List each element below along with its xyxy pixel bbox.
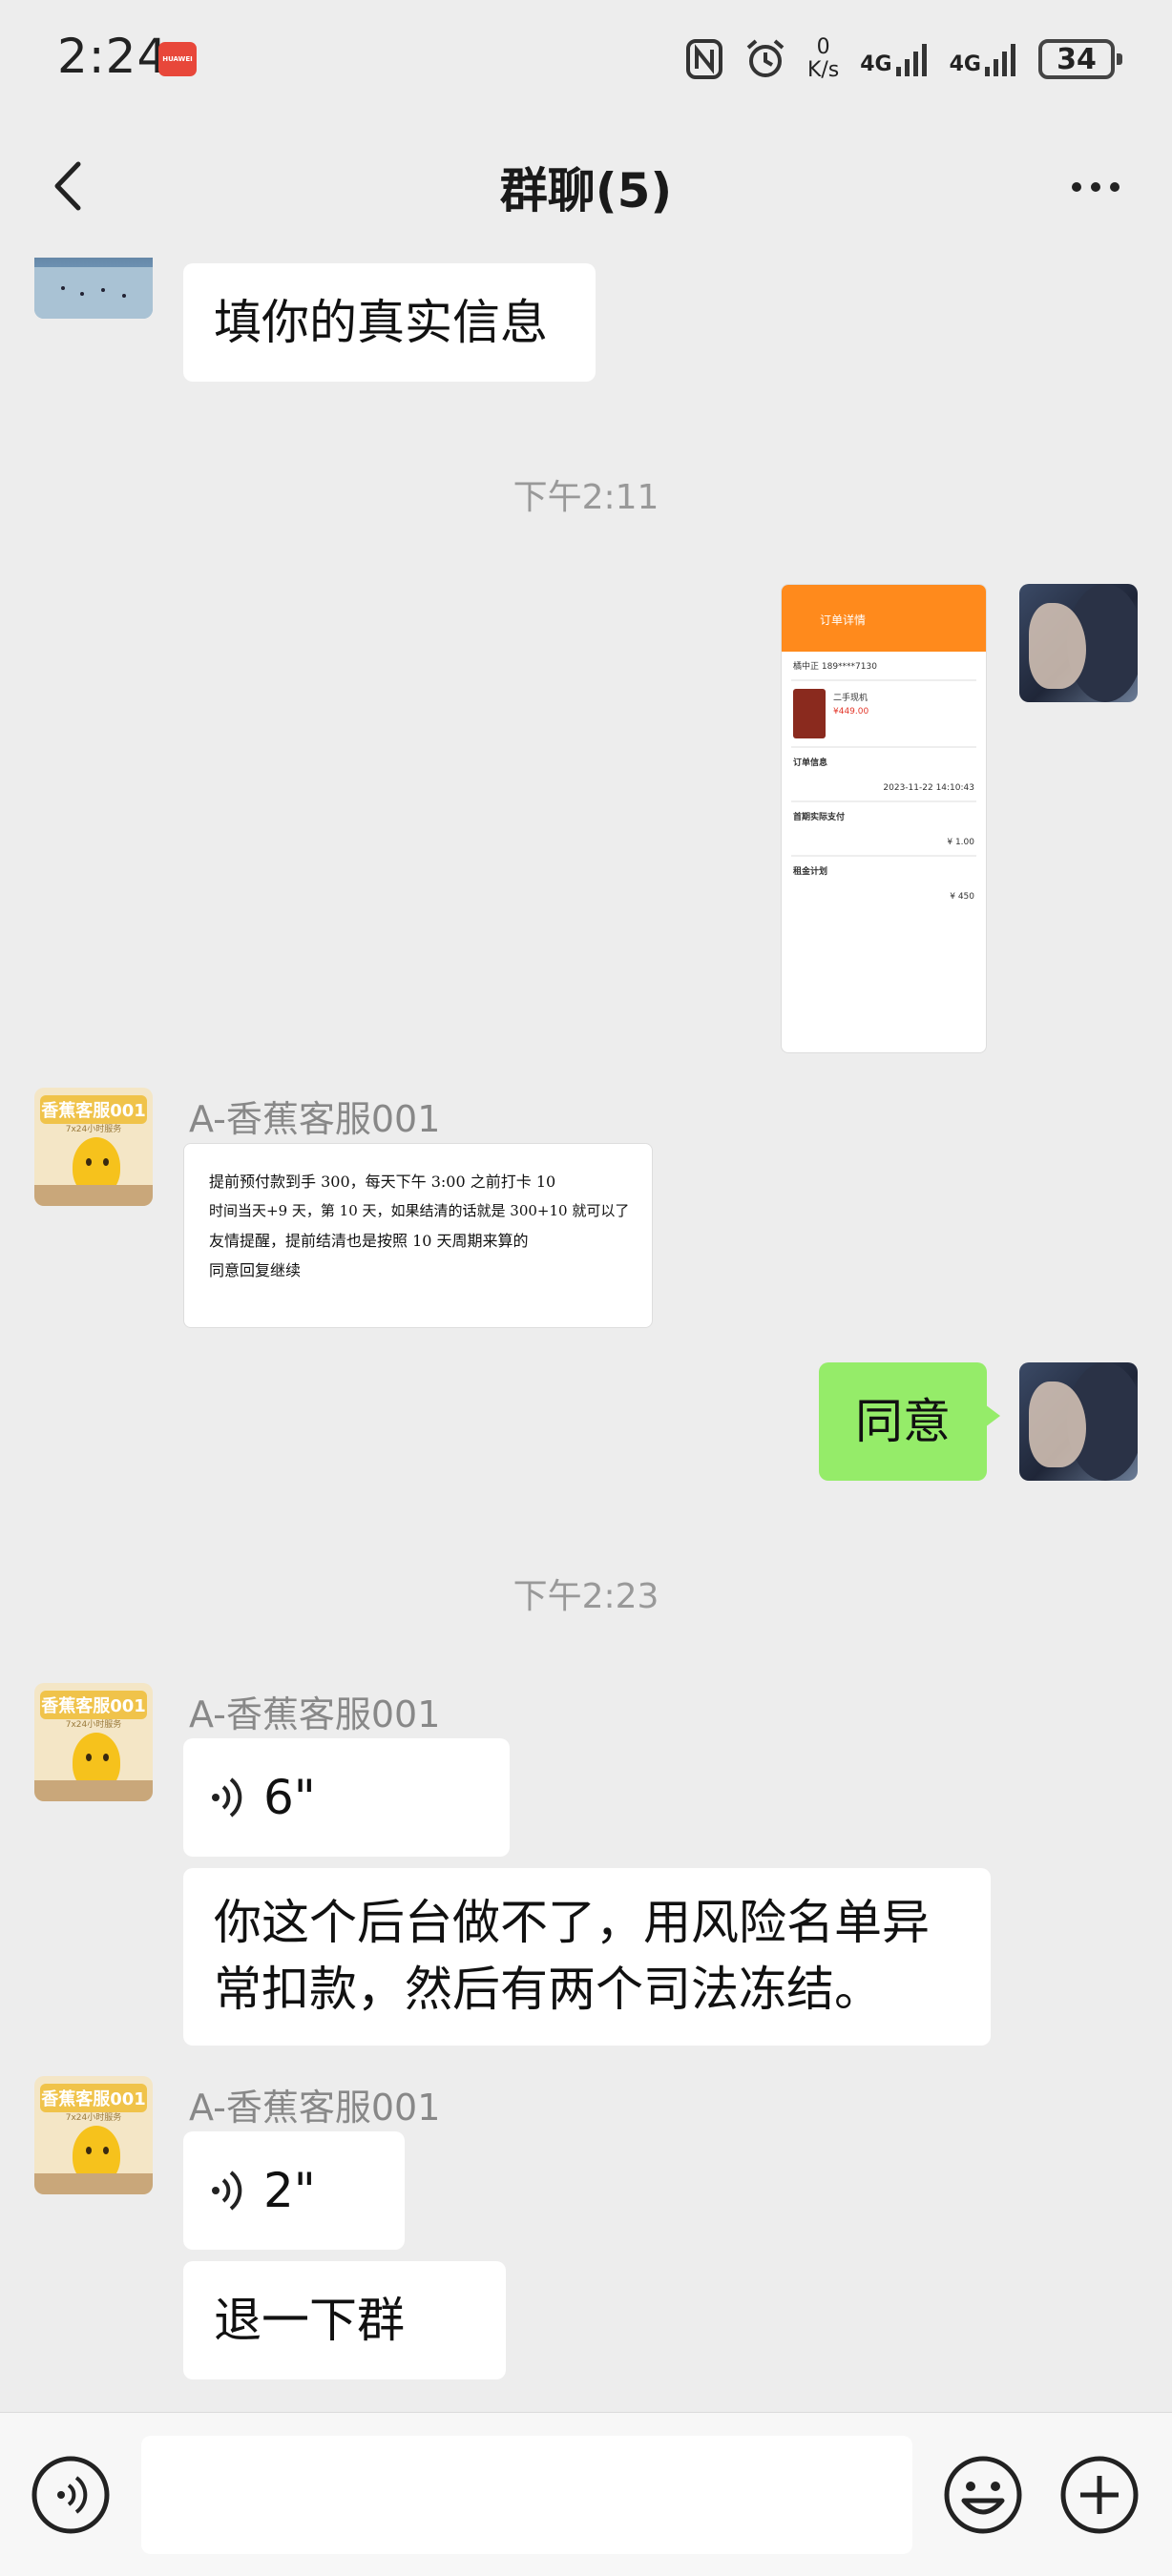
alarm-icon <box>746 39 785 77</box>
voice-message[interactable]: 6" <box>183 1738 510 1857</box>
signal-sim1: 4G <box>860 42 928 76</box>
status-time: 2:24 <box>57 29 169 84</box>
product-thumbnail <box>793 689 826 738</box>
more-actions-button[interactable] <box>1059 2455 1140 2535</box>
voice-wave-icon <box>212 2171 242 2211</box>
sender-name: A-香蕉客服001 <box>189 1098 441 1140</box>
image-message-order[interactable]: 订单详情 橘中正 189****7130 二手现机 ¥449.00 订单信息 2… <box>781 584 987 1053</box>
sender-name: A-香蕉客服001 <box>189 2087 441 2129</box>
emoji-icon <box>944 2456 1022 2534</box>
signal-bars-icon <box>895 44 927 76</box>
net-speed: 0 K/s <box>806 35 840 82</box>
avatar-self[interactable] <box>1019 1362 1138 1481</box>
chat-title: 群聊(5) <box>499 163 673 218</box>
timestamp: 下午2:11 <box>513 478 659 517</box>
avatar-self[interactable] <box>1019 584 1138 702</box>
signal-bars-icon <box>985 44 1015 76</box>
status-icons: 0 K/s 4G 4G 34 <box>685 31 1122 88</box>
input-bar <box>0 2412 1172 2576</box>
plus-icon <box>1060 2456 1139 2534</box>
nfc-icon <box>685 39 722 79</box>
signal-sim2: 4G <box>950 42 1017 76</box>
more-button[interactable] <box>1057 153 1134 219</box>
more-dots-icon <box>1072 182 1120 192</box>
voice-duration: 2" <box>263 2163 316 2218</box>
voice-icon <box>31 2456 110 2534</box>
message-bubble[interactable]: 你这个后台做不了，用风险名单异 常扣款，然后有两个司法冻结。 <box>183 1868 991 2046</box>
message-bubble-self[interactable]: 同意 <box>819 1362 1000 1481</box>
voice-message[interactable]: 2" <box>183 2131 405 2250</box>
lake-photo-icon <box>34 267 153 319</box>
status-bar: 2:24 HUAWEI 0 K/s 4G 4G 34 <box>0 0 1172 114</box>
timestamp: 下午2:23 <box>513 1577 659 1616</box>
sender-name: A-香蕉客服001 <box>189 1693 441 1735</box>
avatar[interactable] <box>34 258 153 319</box>
avatar-banana[interactable]: 香蕉客服001 7x24小时服务 <box>34 2076 153 2194</box>
chat-message-list[interactable]: 填你的真实信息 下午2:11 订单详情 橘中正 189****7130 二手现机… <box>0 258 1172 2414</box>
voice-duration: 6" <box>263 1770 316 1825</box>
message-bubble[interactable]: 填你的真实信息 <box>183 263 596 382</box>
message-input[interactable] <box>141 2436 912 2554</box>
chat-header: 群聊(5) <box>0 114 1172 258</box>
battery-indicator: 34 <box>1038 39 1122 79</box>
huawei-badge-icon: HUAWEI <box>158 42 197 76</box>
message-bubble[interactable]: 退一下群吧。 <box>183 2261 506 2414</box>
voice-input-button[interactable] <box>31 2455 111 2535</box>
image-message-text[interactable]: 提前预付款到手 300，每天下午 3:00 之前打卡 10 时间当天+9 天，第… <box>183 1143 653 1328</box>
avatar-banana[interactable]: 香蕉客服001 7x24小时服务 <box>34 1088 153 1206</box>
emoji-button[interactable] <box>943 2455 1023 2535</box>
voice-wave-icon <box>212 1777 242 1818</box>
avatar-banana[interactable]: 香蕉客服001 7x24小时服务 <box>34 1683 153 1801</box>
